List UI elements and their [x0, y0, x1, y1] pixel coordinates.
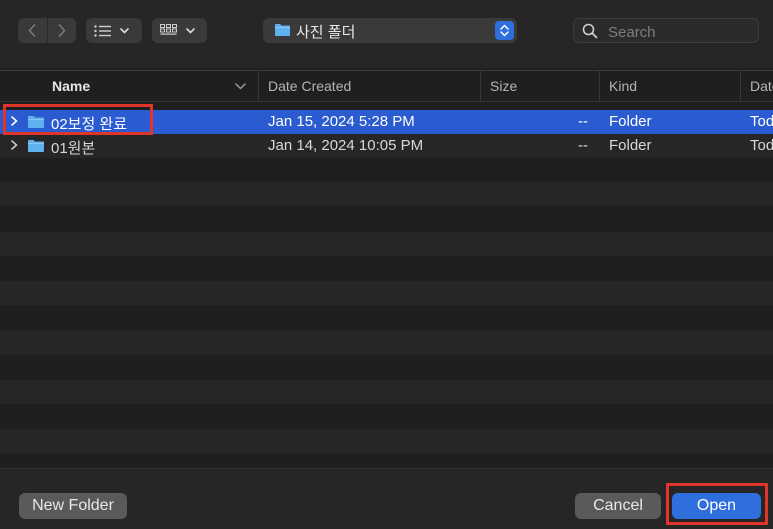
grid-view-icon	[160, 24, 177, 35]
search-icon	[582, 23, 598, 39]
file-date-created: Jan 14, 2024 10:05 PM	[268, 137, 424, 154]
row-stripe	[0, 429, 773, 453]
column-header: Name Date Created Size Kind Date	[0, 70, 773, 102]
file-date-added: Tod	[750, 113, 773, 130]
column-name[interactable]: Name	[52, 71, 90, 102]
file-size: --	[578, 113, 588, 130]
chevron-down-icon	[186, 27, 195, 34]
search-field[interactable]	[573, 18, 759, 43]
table-row[interactable]: 01원본 Jan 14, 2024 10:05 PM -- Folder Tod	[0, 134, 773, 158]
column-date-created[interactable]: Date Created	[258, 71, 480, 102]
column-date-added[interactable]: Date	[740, 71, 773, 102]
row-stripe	[0, 232, 773, 256]
group-view-button[interactable]	[152, 18, 207, 43]
row-stripe	[0, 380, 773, 404]
row-stripe	[0, 331, 773, 355]
list-view-icon	[94, 24, 111, 37]
file-size: --	[578, 137, 588, 154]
cancel-button[interactable]: Cancel	[575, 493, 661, 519]
dialog-footer: New Folder Cancel Open	[0, 468, 773, 529]
file-name: 01원본	[51, 140, 96, 157]
file-kind: Folder	[609, 137, 652, 154]
folder-path-label: 사진 폴더	[296, 24, 356, 41]
chevron-right-icon	[58, 24, 66, 37]
file-date-created: Jan 15, 2024 5:28 PM	[268, 113, 415, 130]
highlight-selected-folder	[3, 104, 153, 135]
stepper-icon[interactable]	[495, 21, 514, 40]
chevron-left-icon	[28, 24, 36, 37]
file-date-added: Tod	[750, 137, 773, 154]
disclosure-icon[interactable]	[10, 138, 19, 152]
search-input[interactable]	[606, 21, 755, 43]
toolbar: 사진 폴더	[0, 0, 773, 68]
new-folder-button[interactable]: New Folder	[19, 493, 127, 519]
row-stripe	[0, 281, 773, 305]
chevron-down-icon	[120, 27, 129, 34]
folder-icon	[275, 24, 290, 36]
file-list: 02보정 완료 Jan 15, 2024 5:28 PM -- Folder T…	[0, 110, 773, 468]
column-kind[interactable]: Kind	[599, 71, 740, 102]
list-view-button[interactable]	[86, 18, 142, 43]
file-kind: Folder	[609, 113, 652, 130]
column-size[interactable]: Size	[480, 71, 599, 102]
back-forward-group	[18, 18, 76, 43]
folder-icon	[28, 140, 44, 152]
forward-button[interactable]	[46, 18, 77, 43]
back-button[interactable]	[18, 18, 47, 43]
sort-chevron-icon[interactable]	[235, 77, 246, 95]
row-stripe	[0, 182, 773, 206]
folder-path-popup[interactable]: 사진 폴더	[263, 18, 517, 43]
highlight-open-button	[666, 483, 768, 525]
